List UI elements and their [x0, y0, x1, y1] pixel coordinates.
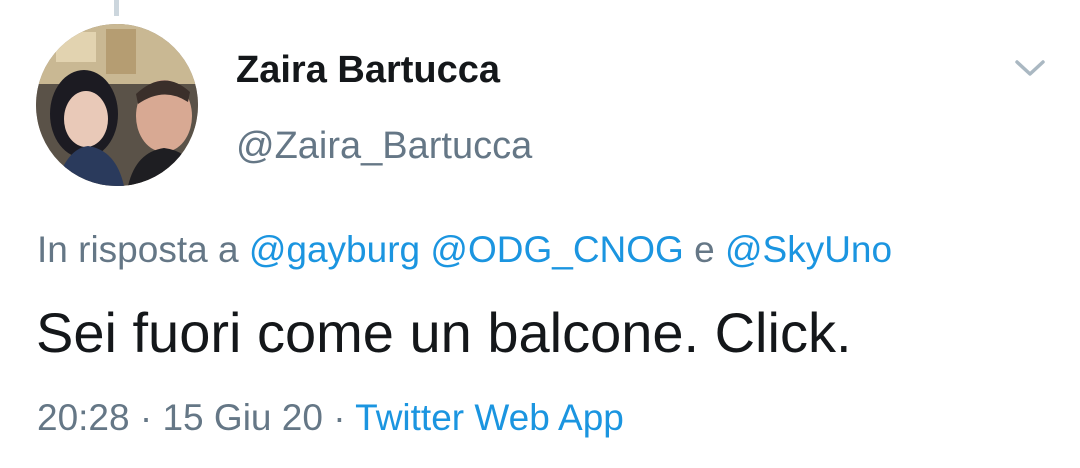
thread-connector-line [114, 0, 119, 16]
reply-prefix: In risposta a [37, 229, 249, 270]
display-name[interactable]: Zaira Bartucca [236, 48, 500, 92]
avatar-photo-icon [36, 24, 198, 186]
meta-separator: · [322, 397, 356, 438]
tweet-metadata: 20:28 · 15 Giu 20 · Twitter Web App [37, 396, 624, 440]
mention-link-skyuno[interactable]: @SkyUno [725, 229, 892, 270]
meta-separator: · [129, 397, 163, 438]
tweet-date[interactable]: 15 Giu 20 [162, 397, 322, 438]
user-handle[interactable]: @Zaira_Bartucca [236, 124, 532, 168]
tweet-source-link[interactable]: Twitter Web App [355, 397, 624, 438]
tweet-text: Sei fuori come un balcone. Click. [36, 301, 852, 364]
mention-link-odg-cnog[interactable]: @ODG_CNOG [430, 229, 683, 270]
tweet-time[interactable]: 20:28 [37, 397, 130, 438]
chevron-down-icon [1015, 60, 1045, 76]
more-options-button[interactable] [1008, 50, 1052, 86]
reply-conjunction: e [683, 229, 725, 270]
tweet-detail: Zaira Bartucca @Zaira_Bartucca In rispos… [0, 0, 1080, 468]
mention-link-gayburg[interactable]: @gayburg [249, 229, 420, 270]
reply-context: In risposta a @gayburg @ODG_CNOG e @SkyU… [37, 228, 892, 272]
avatar[interactable] [36, 24, 198, 186]
